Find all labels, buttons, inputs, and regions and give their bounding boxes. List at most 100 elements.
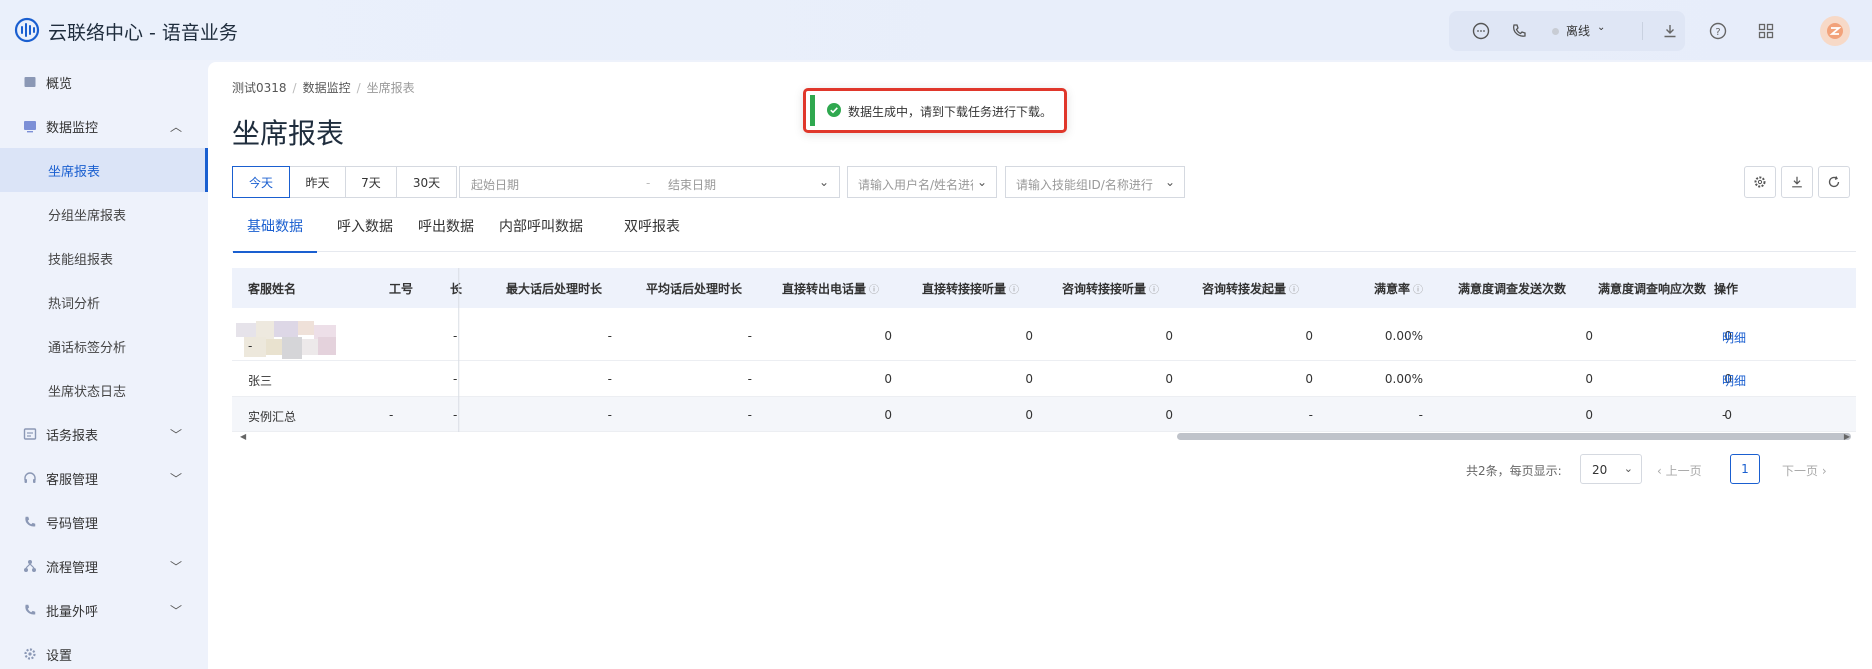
- sidebar-item-settings[interactable]: 设置: [0, 632, 208, 669]
- avatar[interactable]: [1820, 16, 1850, 46]
- table-row: 张三 - - - 0 0 0 0 0.00% 0 0 明细: [232, 361, 1856, 397]
- sidebar-item-label: 流程管理: [46, 560, 99, 576]
- sidebar-item-agent-status-log[interactable]: 坐席状态日志: [0, 368, 208, 412]
- cell-avg-after-call: -: [747, 408, 752, 422]
- overview-icon: [22, 74, 38, 90]
- detail-link[interactable]: 明细: [1722, 372, 1746, 389]
- phone-icon[interactable]: [1508, 20, 1530, 42]
- sidebar-item-number[interactable]: 号码管理: [0, 500, 208, 544]
- fixed-column-shadow: [458, 268, 460, 432]
- skill-group-select[interactable]: 请输入技能组ID/名称进行 ⌄: [1005, 166, 1185, 198]
- refresh-icon: [1828, 176, 1840, 188]
- col-max-after-call: 最大话后处理时长: [506, 282, 603, 296]
- pagination-total: 共2条，每页显示:: [1466, 464, 1562, 478]
- sidebar-item-flow[interactable]: 流程管理 ﹀: [0, 544, 208, 588]
- date-quick-buttons: 今天 昨天 7天 30天: [232, 166, 457, 198]
- date-range-picker[interactable]: 起始日期 - 结束日期 ⌄: [459, 166, 840, 198]
- date-7days-button[interactable]: 7天: [345, 166, 397, 198]
- next-page-button[interactable]: 下一页 ›: [1782, 462, 1827, 479]
- chevron-down-icon: ﹀: [170, 427, 183, 442]
- cell-truncated: -: [453, 372, 458, 386]
- help-icon[interactable]: ⓘ: [869, 285, 879, 296]
- scrollbar-thumb[interactable]: [1177, 433, 1851, 440]
- headset-icon: [22, 470, 38, 486]
- end-date-input[interactable]: 结束日期: [668, 176, 716, 193]
- date-today-button[interactable]: 今天: [232, 166, 290, 198]
- sidebar-item-agent-report[interactable]: 坐席报表: [0, 148, 208, 192]
- skill-group-placeholder: 请输入技能组ID/名称进行: [1016, 178, 1153, 192]
- breadcrumb-item[interactable]: 测试0318: [232, 81, 287, 95]
- cell-consult-transfer-out: 0: [1305, 329, 1313, 343]
- breadcrumb-current: 坐席报表: [366, 81, 415, 95]
- user-search-select[interactable]: 请输入用户名/姓名进行搜 ⌄: [847, 166, 997, 198]
- col-avg-after-call: 平均话后处理时长: [646, 282, 743, 296]
- export-button[interactable]: [1781, 166, 1813, 198]
- app-title: 云联络中心 - 语音业务: [48, 22, 238, 44]
- next-page-label: 下一页: [1782, 464, 1819, 478]
- refresh-button[interactable]: [1818, 166, 1850, 198]
- col-survey-sent: 满意度调查发送次数: [1458, 282, 1567, 296]
- apps-icon[interactable]: [1755, 20, 1777, 42]
- settings-icon: [22, 646, 38, 662]
- tab-outbound-data[interactable]: 呼出数据: [418, 218, 474, 252]
- sidebar-item-label: 数据监控: [46, 120, 99, 136]
- cell-consult-transfer-out: 0: [1305, 372, 1313, 386]
- sidebar-item-group-agent-report[interactable]: 分组坐席报表: [0, 192, 208, 236]
- cell-direct-transfer-in: 0: [1025, 372, 1033, 386]
- help-icon[interactable]: ⓘ: [1413, 285, 1423, 296]
- page-size-select[interactable]: 20 ⌄: [1580, 454, 1642, 484]
- sidebar-item-customer-service[interactable]: 客服管理 ﹀: [0, 456, 208, 500]
- date-yesterday-button[interactable]: 昨天: [289, 166, 346, 198]
- cell-direct-transfer-out: 0: [884, 372, 892, 386]
- tab-dual-call-report[interactable]: 双呼报表: [624, 218, 680, 252]
- col-agent-id: 工号: [389, 282, 414, 296]
- cell-truncated: -: [453, 408, 458, 422]
- page-number-current[interactable]: 1: [1730, 454, 1760, 484]
- sidebar-item-hotword[interactable]: 热词分析: [0, 280, 208, 324]
- sidebar-item-monitor[interactable]: 数据监控 ︿: [0, 104, 208, 148]
- help-icon[interactable]: ?: [1707, 20, 1729, 42]
- cell-avg-after-call: -: [747, 329, 752, 343]
- help-icon[interactable]: ⓘ: [1009, 285, 1019, 296]
- user-search-placeholder: 请输入用户名/姓名进行搜: [858, 178, 973, 192]
- horizontal-scrollbar[interactable]: ◀ ▶: [232, 432, 1856, 442]
- toast-accent-bar: [810, 95, 815, 126]
- chevron-down-icon[interactable]: ⌄: [1597, 22, 1605, 33]
- start-date-input[interactable]: 起始日期: [471, 176, 519, 193]
- help-icon[interactable]: ⓘ: [1289, 285, 1299, 296]
- scroll-right-icon[interactable]: ▶: [1844, 432, 1850, 441]
- chevron-down-icon: ⌄: [1623, 462, 1633, 475]
- sidebar-item-overview[interactable]: 概览: [0, 60, 208, 104]
- scroll-left-icon[interactable]: ◀: [240, 432, 246, 441]
- detail-link[interactable]: 明细: [1722, 329, 1746, 346]
- breadcrumb-item[interactable]: 数据监控: [303, 81, 351, 95]
- chevron-down-icon: ⌄: [1164, 175, 1175, 189]
- sidebar-item-skill-report[interactable]: 技能组报表: [0, 236, 208, 280]
- cell-satisfaction: 0.00%: [1384, 329, 1423, 343]
- header-divider: [1642, 22, 1643, 40]
- help-icon[interactable]: ⓘ: [1149, 285, 1159, 296]
- tab-inbound-data[interactable]: 呼入数据: [337, 218, 393, 252]
- prev-page-button[interactable]: ‹ 上一页: [1657, 462, 1702, 479]
- app-logo-icon: [14, 17, 40, 43]
- tab-basic-data[interactable]: 基础数据: [233, 218, 317, 253]
- tab-internal-call-data[interactable]: 内部呼叫数据: [499, 218, 583, 252]
- column-settings-button[interactable]: [1744, 166, 1776, 198]
- table-row: - - - - 0 0 0 0 0.00% 0 0 明细: [232, 308, 1856, 361]
- chevron-left-icon: ‹: [1657, 464, 1666, 478]
- sidebar-item-batch-outbound[interactable]: 批量外呼 ﹀: [0, 588, 208, 632]
- chat-icon[interactable]: [1470, 20, 1492, 42]
- cell-agent-name: 张三: [248, 374, 273, 388]
- sidebar-item-traffic-report[interactable]: 话务报表 ﹀: [0, 412, 208, 456]
- page-title: 坐席报表: [232, 117, 345, 150]
- cell-satisfaction: -: [1418, 408, 1423, 422]
- cell-direct-transfer-in: 0: [1025, 329, 1033, 343]
- sidebar-item-call-tag[interactable]: 通话标签分析: [0, 324, 208, 368]
- download-icon[interactable]: [1659, 20, 1681, 42]
- agent-status[interactable]: 离线: [1566, 22, 1590, 39]
- date-30days-button[interactable]: 30天: [396, 166, 457, 198]
- report-icon: [22, 426, 38, 442]
- sidebar-item-label: 热词分析: [48, 296, 101, 312]
- main-content: 测试0318/数据监控 / 坐席报表 坐席报表 今天 昨天 7天 30天 起始日期 …: [208, 62, 1872, 669]
- col-consult-transfer-in: 咨询转接接听量 ⓘ: [1062, 280, 1159, 297]
